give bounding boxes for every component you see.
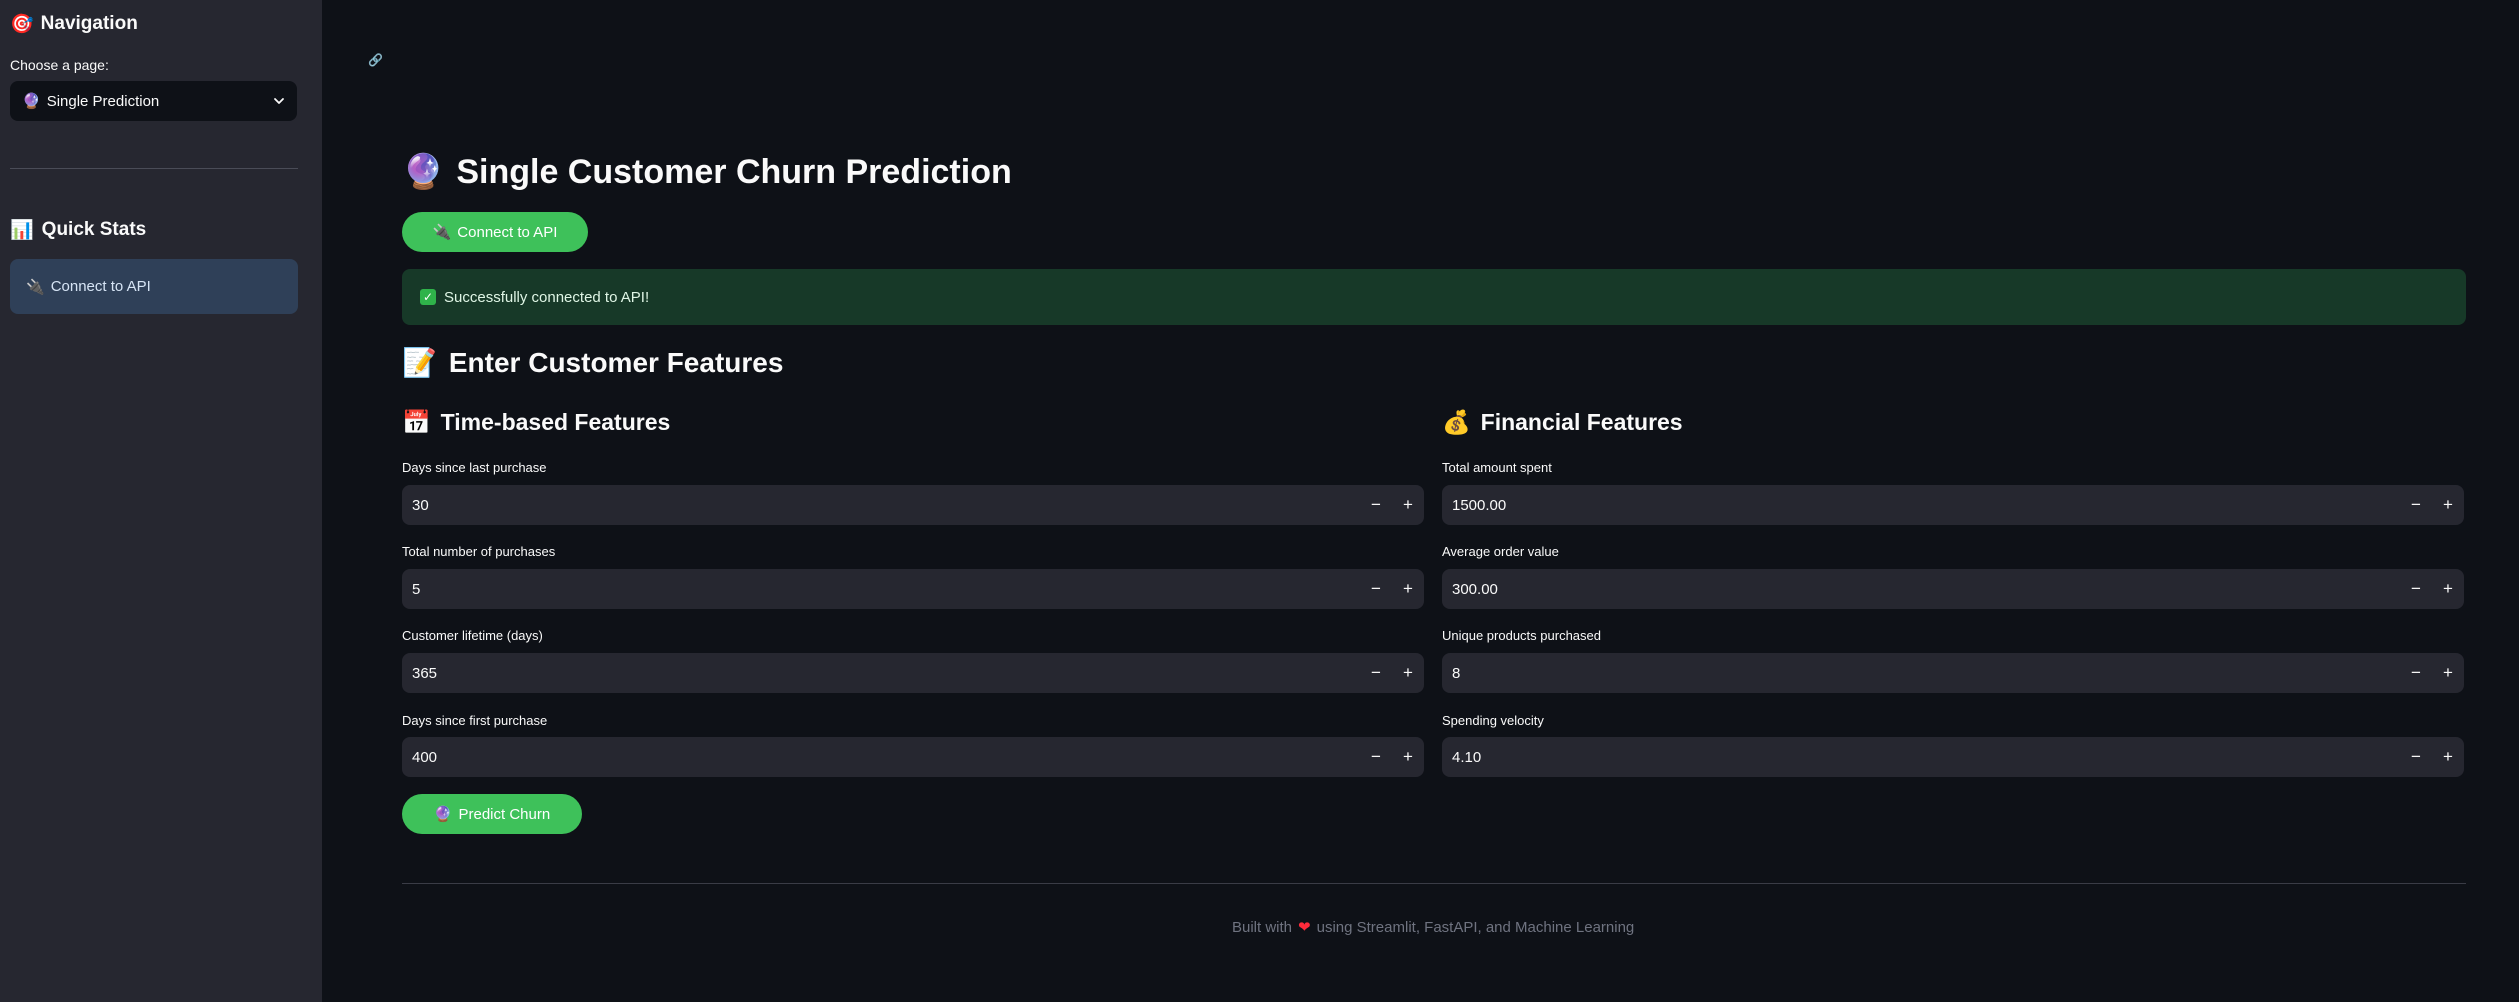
increment-button[interactable]: + [1392, 569, 1424, 609]
page-select-text: Single Prediction [46, 92, 160, 110]
input-value[interactable]: 400 [402, 749, 1360, 766]
decrement-button[interactable]: − [1360, 737, 1392, 777]
decrement-button[interactable]: − [2400, 485, 2432, 525]
increment-button[interactable]: + [1392, 737, 1424, 777]
decrement-button[interactable]: − [1360, 485, 1392, 525]
total-amount-spent-input[interactable]: 1500.00 − + [1442, 485, 2464, 525]
days-since-last-purchase-label: Days since last purchase [402, 460, 547, 475]
crystal-ball-icon: 🔮 [433, 805, 453, 823]
predict-churn-label: Predict Churn [458, 805, 551, 823]
footer-divider [402, 883, 2466, 884]
calendar-icon: 📅 [402, 410, 431, 436]
increment-button[interactable]: + [2432, 737, 2464, 777]
bar-chart-icon: 📊 [10, 219, 34, 241]
increment-button[interactable]: + [1392, 653, 1424, 693]
money-bag-icon: 💰 [1442, 410, 1471, 436]
spending-velocity-label: Spending velocity [1442, 713, 1544, 728]
input-value[interactable]: 30 [402, 497, 1360, 514]
quick-stats-title-text: Quick Stats [41, 218, 147, 240]
connect-api-label: Connect to API [457, 223, 558, 241]
section-title-text: Enter Customer Features [448, 346, 784, 378]
days-since-first-purchase-input[interactable]: 400 − + [402, 737, 1424, 777]
footer-prefix: Built with [1232, 918, 1293, 936]
link-icon[interactable]: 🔗 [368, 53, 383, 67]
decrement-button[interactable]: − [1360, 569, 1392, 609]
input-value[interactable]: 8 [1442, 665, 2400, 682]
total-purchases-input[interactable]: 5 − + [402, 569, 1424, 609]
decrement-button[interactable]: − [1360, 653, 1392, 693]
success-text: Successfully connected to API! [444, 288, 650, 306]
crystal-ball-icon: 🔮 [22, 92, 41, 110]
time-features-title-text: Time-based Features [440, 409, 671, 435]
footer: Built with ❤ using Streamlit, FastAPI, a… [1232, 918, 1634, 936]
sidebar-title-text: Navigation [40, 12, 138, 34]
financial-features-title: 💰 Financial Features [1442, 409, 1683, 436]
increment-button[interactable]: + [1392, 485, 1424, 525]
check-icon: ✓ [420, 289, 436, 305]
input-value[interactable]: 365 [402, 665, 1360, 682]
unique-products-input[interactable]: 8 − + [1442, 653, 2464, 693]
page-title: 🔮 Single Customer Churn Prediction [402, 152, 1012, 192]
crystal-ball-icon: 🔮 [402, 152, 445, 192]
days-since-last-purchase-input[interactable]: 30 − + [402, 485, 1424, 525]
target-icon: 🎯 [10, 13, 34, 35]
sidebar-divider [10, 168, 298, 169]
decrement-button[interactable]: − [2400, 653, 2432, 693]
input-value[interactable]: 300.00 [1442, 581, 2400, 598]
spending-velocity-input[interactable]: 4.10 − + [1442, 737, 2464, 777]
quick-stats-info: 🔌 Connect to API [10, 259, 298, 314]
unique-products-label: Unique products purchased [1442, 628, 1601, 643]
customer-lifetime-label: Customer lifetime (days) [402, 628, 543, 643]
total-purchases-label: Total number of purchases [402, 544, 556, 559]
page-select-label: Choose a page: [10, 57, 109, 73]
connect-api-button[interactable]: 🔌 Connect to API [402, 212, 588, 252]
increment-button[interactable]: + [2432, 569, 2464, 609]
financial-features-title-text: Financial Features [1480, 409, 1683, 435]
chevron-down-icon [274, 98, 284, 104]
customer-lifetime-input[interactable]: 365 − + [402, 653, 1424, 693]
page-title-text: Single Customer Churn Prediction [456, 152, 1012, 191]
total-amount-spent-label: Total amount spent [1442, 460, 1552, 475]
average-order-value-input[interactable]: 300.00 − + [1442, 569, 2464, 609]
success-alert: ✓ Successfully connected to API! [402, 269, 2466, 325]
memo-icon: 📝 [402, 346, 437, 379]
heart-icon: ❤ [1298, 918, 1311, 936]
average-order-value-label: Average order value [1442, 544, 1559, 559]
page-select-value: 🔮 Single Prediction [22, 92, 273, 110]
page-select[interactable]: 🔮 Single Prediction [10, 81, 297, 121]
sidebar: 🎯 Navigation Choose a page: 🔮 Single Pre… [0, 0, 322, 1002]
footer-suffix: using Streamlit, FastAPI, and Machine Le… [1316, 918, 1635, 936]
plug-icon: 🔌 [432, 223, 452, 241]
input-value[interactable]: 4.10 [1442, 749, 2400, 766]
input-value[interactable]: 5 [402, 581, 1360, 598]
days-since-first-purchase-label: Days since first purchase [402, 713, 548, 728]
quick-stats-title: 📊 Quick Stats [10, 218, 147, 242]
decrement-button[interactable]: − [2400, 569, 2432, 609]
quick-stats-text: Connect to API [50, 278, 151, 295]
decrement-button[interactable]: − [2400, 737, 2432, 777]
increment-button[interactable]: + [2432, 653, 2464, 693]
section-title: 📝 Enter Customer Features [402, 346, 783, 379]
time-features-title: 📅 Time-based Features [402, 409, 670, 436]
sidebar-title: 🎯 Navigation [10, 12, 138, 36]
increment-button[interactable]: + [2432, 485, 2464, 525]
plug-icon: 🔌 [26, 277, 45, 296]
input-value[interactable]: 1500.00 [1442, 497, 2400, 514]
predict-churn-button[interactable]: 🔮 Predict Churn [402, 794, 582, 834]
